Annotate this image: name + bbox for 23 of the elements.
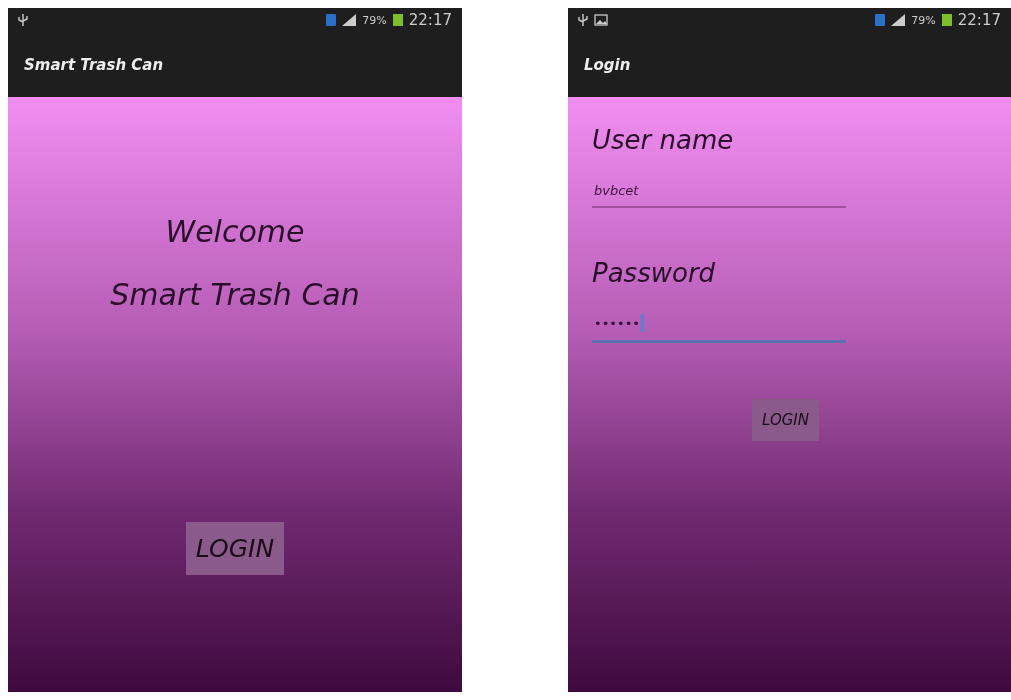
battery-icon xyxy=(941,14,952,26)
clock: 22:17 xyxy=(408,11,452,29)
usb-icon xyxy=(578,13,588,27)
usb-icon xyxy=(18,13,28,27)
app-title: Smart Trash Can xyxy=(24,55,164,74)
battery-icon xyxy=(392,14,403,26)
app-title: Login xyxy=(584,55,631,74)
input-field[interactable]: •••••• xyxy=(592,310,846,343)
battery-percent: 79% xyxy=(362,13,387,27)
field-label: User name xyxy=(592,125,735,155)
login-button[interactable]: LOGIN xyxy=(185,522,285,575)
welcome-text: Welcome xyxy=(164,214,306,249)
input-field[interactable]: bvbcet xyxy=(592,179,846,208)
sim-card-icon xyxy=(326,14,337,26)
app-name-text: Smart Trash Can xyxy=(109,277,361,312)
signal-icon xyxy=(342,14,357,26)
login-button[interactable]: LOGIN xyxy=(752,399,819,441)
clock: 22:17 xyxy=(957,11,1001,29)
picture-icon xyxy=(594,14,608,26)
sim-card-icon xyxy=(875,14,886,26)
signal-icon xyxy=(891,14,906,26)
field-label: Password xyxy=(592,258,717,288)
battery-percent: 79% xyxy=(911,13,936,27)
